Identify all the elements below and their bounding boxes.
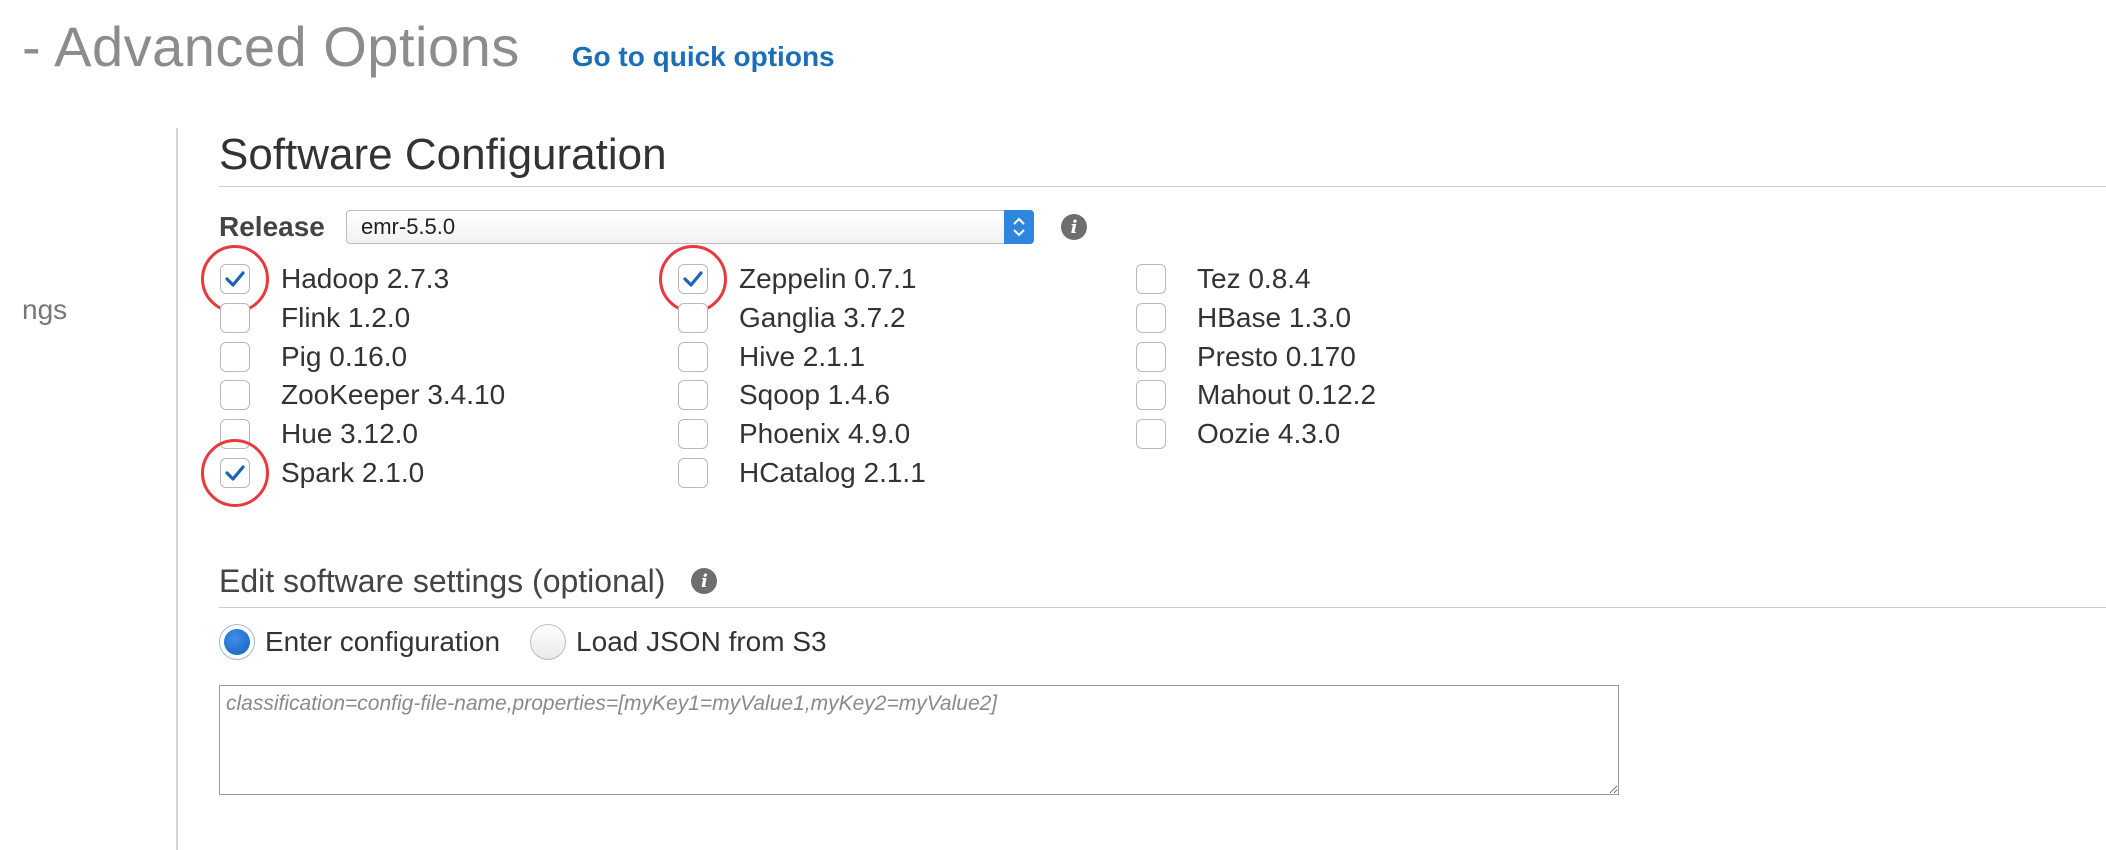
radio-enter-configuration[interactable]: Enter configuration [219,624,500,660]
checkbox[interactable] [678,302,708,333]
checkbox-wrapper [1135,379,1167,411]
radio-button[interactable] [219,624,255,660]
checkbox[interactable] [678,380,708,411]
checkbox-wrapper [219,341,251,373]
checkbox[interactable] [1136,341,1166,372]
check-icon [683,270,703,288]
checkbox-wrapper [677,457,709,489]
checkbox[interactable] [220,341,250,372]
checkbox-wrapper [677,379,709,411]
application-label: Spark 2.1.0 [281,457,425,488]
checkbox-checked[interactable] [220,264,250,294]
radio-button[interactable] [530,624,567,660]
checkbox[interactable] [220,302,250,333]
checkbox-wrapper [659,245,727,313]
checkbox-wrapper [1135,263,1167,295]
checkbox[interactable] [1136,264,1166,294]
application-label: Tez 0.8.4 [1197,263,1311,294]
edit-settings-header: Edit software settings (optional) i [219,559,2106,603]
application-label: Zeppelin 0.7.1 [739,263,917,294]
edit-settings-section: Edit software settings (optional) i Ente… [219,559,2106,795]
application-item[interactable]: Oozie 4.3.0 [1135,408,1340,460]
checkbox-wrapper [1135,302,1167,334]
checkbox-wrapper [219,379,251,411]
release-select[interactable]: emr-5.5.0 [346,210,1034,244]
application-label: Sqoop 1.4.6 [739,379,891,411]
checkbox-wrapper [1135,341,1167,373]
info-icon[interactable]: i [1061,214,1087,240]
application-label: Mahout 0.12.2 [1197,379,1377,411]
application-label: Presto 0.170 [1197,340,1356,372]
application-label: Hue 3.12.0 [281,418,418,450]
section-title: Software Configuration [219,130,667,179]
quick-options-link[interactable]: Go to quick options [572,41,835,73]
checkbox[interactable] [1136,380,1166,411]
checkbox-wrapper [677,302,709,334]
applications-grid: Hadoop 2.7.3 Zeppelin 0.7.1 Tez 0.8.4 Flink… [201,245,2106,559]
checkbox[interactable] [1136,302,1166,333]
checkbox-wrapper [201,245,269,313]
chevron-up-down-icon[interactable] [1004,210,1034,244]
checkbox[interactable] [678,341,708,372]
checkbox[interactable] [220,419,250,450]
checkbox-checked[interactable] [220,458,250,488]
application-item[interactable]: Spark 2.1.0 [201,439,425,507]
application-label: Hive 2.1.1 [739,340,866,372]
sidebar-divider [176,128,178,850]
checkbox[interactable] [1136,419,1166,450]
radio-load-json-s3[interactable]: Load JSON from S3 [530,624,827,660]
checkbox-wrapper [677,341,709,373]
application-item[interactable]: HCatalog 2.1.1 [677,447,926,499]
application-label: HCatalog 2.1.1 [739,457,926,488]
checkbox[interactable] [678,419,708,450]
section-divider [219,186,2106,187]
application-label: Hadoop 2.7.3 [281,263,450,294]
application-label: Phoenix 4.9.0 [739,418,911,450]
config-source-radio-group: Enter configuration Load JSON from S3 [219,620,2106,664]
page-title: - Advanced Options [22,15,520,78]
release-label: Release [219,211,325,242]
edit-settings-divider [219,607,2106,608]
checkbox-wrapper [201,439,269,507]
info-icon[interactable]: i [691,568,718,594]
checkbox[interactable] [678,458,708,488]
release-row: Release emr-5.5.0 i [219,207,2106,247]
application-label: Flink 1.2.0 [281,301,411,333]
checkbox-wrapper [219,418,251,450]
checkbox-wrapper [219,302,251,334]
software-configuration-section: Software Configuration Release emr-5.5.0… [201,128,2106,795]
application-label: Oozie 4.3.0 [1197,418,1341,450]
configuration-textarea[interactable] [219,685,1619,795]
radio-selected-dot [224,629,250,655]
checkbox-checked[interactable] [678,264,708,294]
application-label: ZooKeeper 3.4.10 [281,379,506,411]
radio-label: Load JSON from S3 [576,626,827,657]
checkbox-wrapper [677,418,709,450]
page-header: - Advanced Options Go to quick options [22,14,835,84]
radio-label: Enter configuration [265,626,501,657]
sidebar-step-label[interactable]: ngs [22,294,67,326]
checkbox-wrapper [1135,418,1167,450]
application-label: Pig 0.16.0 [281,340,408,372]
application-label: HBase 1.3.0 [1197,301,1352,333]
checkbox[interactable] [220,380,250,411]
check-icon [225,464,245,482]
check-icon [225,270,245,288]
application-label: Ganglia 3.7.2 [739,301,906,333]
edit-settings-title: Edit software settings (optional) [219,562,666,599]
release-select-value: emr-5.5.0 [361,214,456,239]
